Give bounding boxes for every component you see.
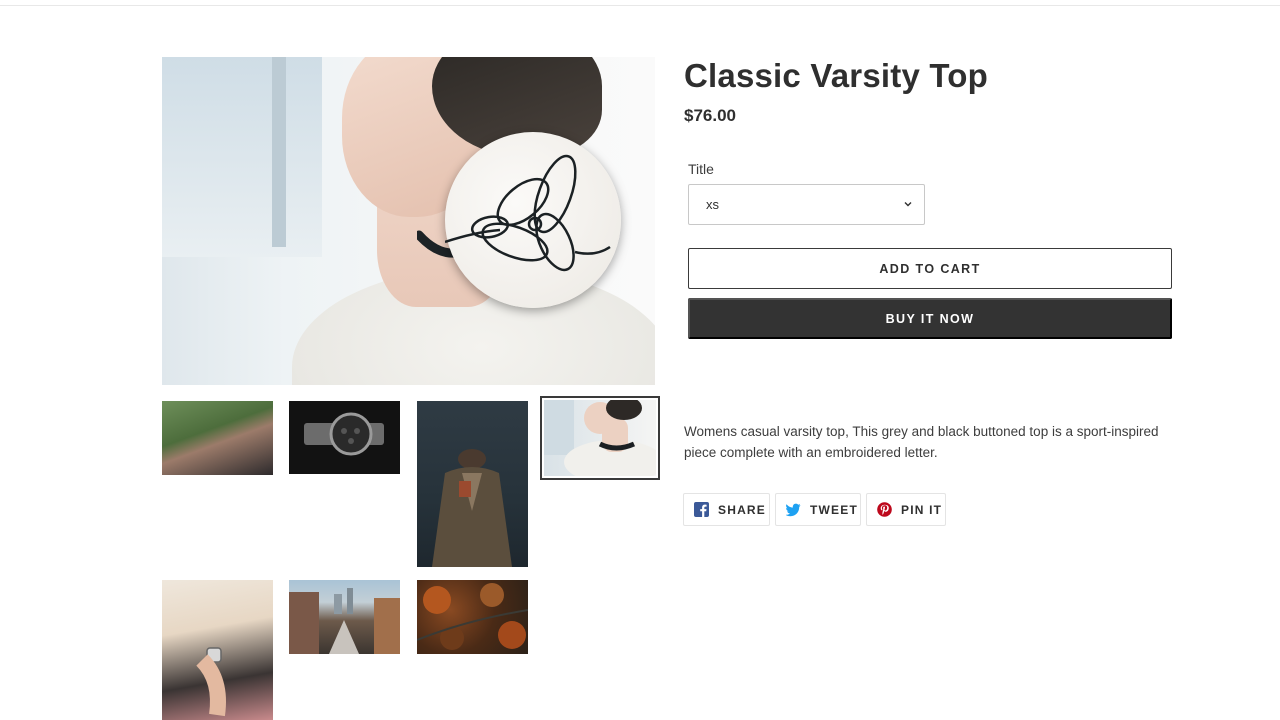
thumbnail-hand-watch[interactable] [162, 580, 273, 720]
thumbnail-city-street[interactable] [289, 580, 400, 654]
variant-select[interactable]: xs [688, 184, 925, 225]
pinterest-icon [877, 502, 892, 517]
share-pinterest-button[interactable]: PIN IT [866, 493, 946, 526]
thumbnail-couple[interactable] [162, 401, 273, 475]
share-pinterest-label: PIN IT [901, 502, 943, 517]
thumbnail-hand-graphic [196, 647, 226, 717]
share-twitter-label: TWEET [810, 502, 858, 517]
product-price: $76.00 [684, 106, 736, 125]
thumbnail-jacket-graphic [432, 449, 512, 567]
thumbnail-wristwatch[interactable] [289, 401, 400, 474]
twitter-icon [786, 502, 801, 517]
variant-select-value: xs [706, 197, 719, 212]
header-divider [0, 5, 1280, 6]
image-zoom-lens [445, 132, 621, 308]
add-to-cart-button[interactable]: ADD TO CART [688, 248, 1172, 289]
image-window-frame [272, 57, 286, 247]
thumbnail-mannequin-jacket[interactable] [417, 401, 528, 567]
thumbnail-autumn-forest[interactable] [417, 580, 528, 654]
thumbnail-forest-graphic [417, 583, 528, 650]
share-twitter-button[interactable]: TWEET [775, 493, 861, 526]
image-window-light [162, 57, 322, 257]
product-title: Classic Varsity Top [684, 57, 988, 94]
thumbnail-lace-choker[interactable] [540, 396, 660, 480]
share-facebook-label: SHARE [718, 502, 767, 517]
product-description: Womens casual varsity top, This grey and… [684, 424, 1159, 460]
facebook-icon [694, 502, 709, 517]
thumbnail-city-graphic [289, 588, 400, 654]
product-main-image[interactable] [162, 57, 655, 385]
buy-it-now-button[interactable]: BUY IT NOW [688, 298, 1172, 339]
thumbnail-watch-graphic [304, 412, 384, 456]
share-facebook-button[interactable]: SHARE [683, 493, 770, 526]
variant-label: Title [688, 161, 714, 177]
chevron-down-icon [904, 202, 912, 207]
thumbnail-choker-graphic [544, 400, 656, 476]
